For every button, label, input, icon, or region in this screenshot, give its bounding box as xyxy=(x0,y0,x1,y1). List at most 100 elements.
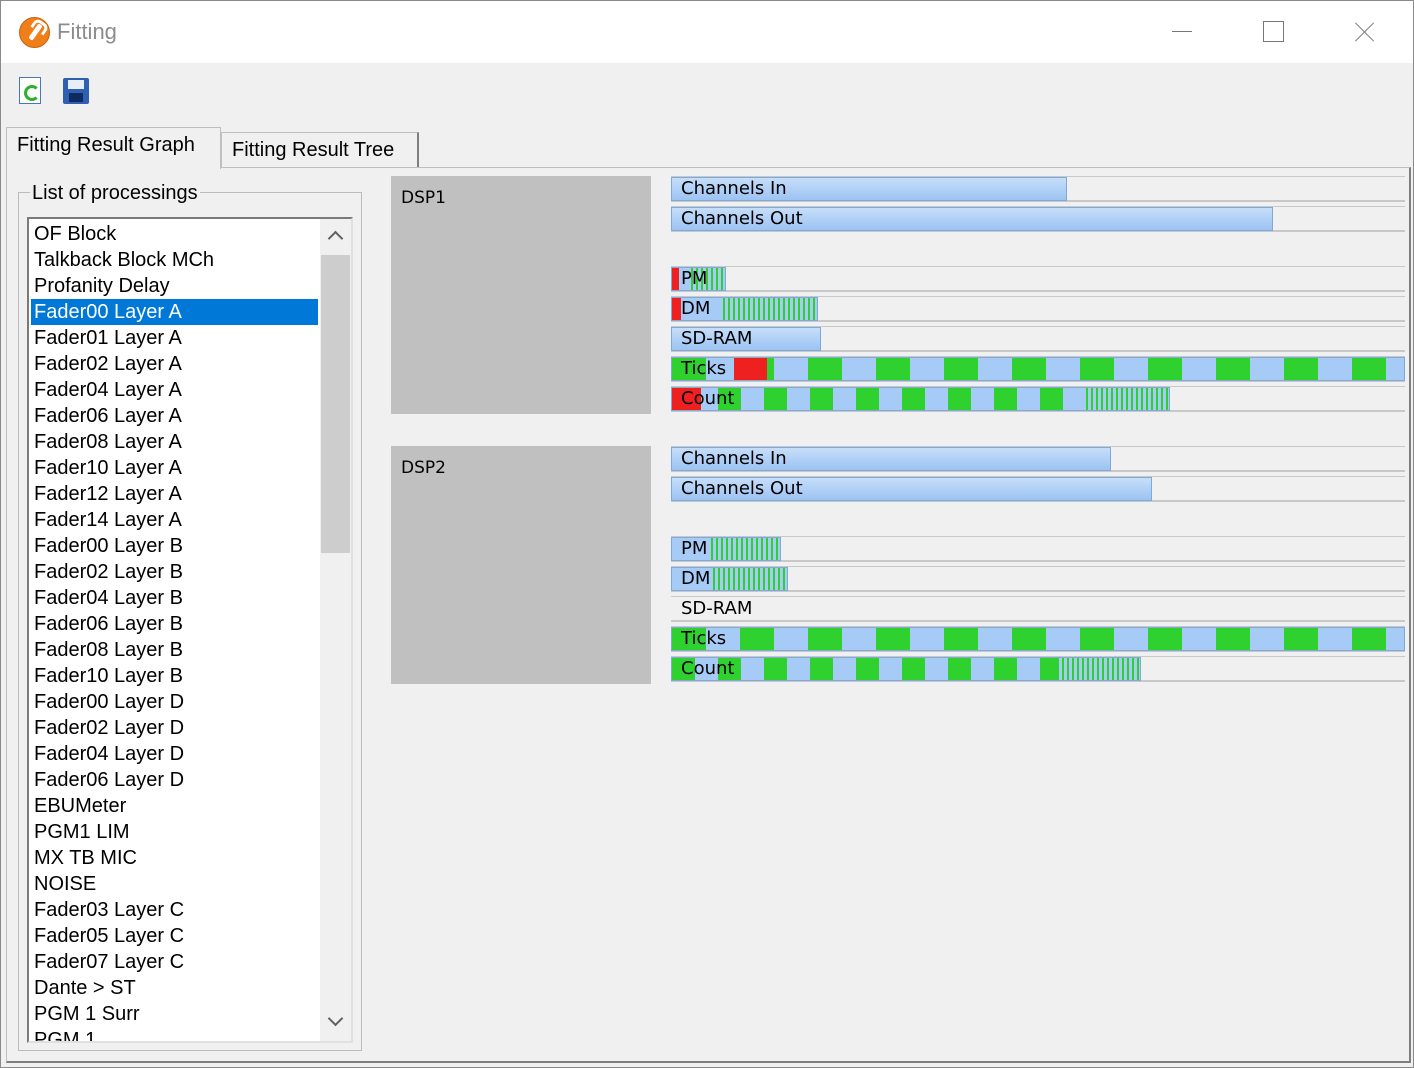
usage-segment xyxy=(1148,358,1182,380)
list-item[interactable]: Fader10 Layer B xyxy=(31,663,318,689)
processings-legend: List of processings xyxy=(30,182,200,205)
row-label: Channels In xyxy=(681,178,787,199)
dsp1-row-pm: PM xyxy=(671,266,1405,292)
list-item[interactable]: Fader01 Layer A xyxy=(31,325,318,351)
usage-segment xyxy=(808,358,842,380)
usage-segment xyxy=(1284,628,1318,650)
scroll-thumb[interactable] xyxy=(321,255,350,553)
list-item[interactable]: Talkback Block MCh xyxy=(31,247,318,273)
dsp1-row-ticks: Ticks xyxy=(671,356,1405,382)
dsp2-row-channels-out: Channels Out xyxy=(671,476,1405,502)
vertical-scrollbar[interactable] xyxy=(320,219,351,1041)
close-button[interactable] xyxy=(1320,1,1412,63)
overload-segment xyxy=(734,358,767,380)
usage-bar xyxy=(671,387,1170,411)
list-item[interactable]: Fader06 Layer B xyxy=(31,611,318,637)
list-item[interactable]: NOISE xyxy=(31,871,318,897)
usage-segment xyxy=(810,388,833,410)
row-label: Ticks xyxy=(681,628,727,649)
list-item[interactable]: Fader12 Layer A xyxy=(31,481,318,507)
list-item[interactable]: PGM 1 xyxy=(31,1027,318,1041)
list-item[interactable]: Fader07 Layer C xyxy=(31,949,318,975)
dsp1-row-dm: DM xyxy=(671,296,1405,322)
list-item[interactable]: Fader06 Layer D xyxy=(31,767,318,793)
usage-segment xyxy=(1012,628,1046,650)
list-item[interactable]: Fader04 Layer A xyxy=(31,377,318,403)
dsp1-row-count: Count xyxy=(671,386,1405,412)
row-label: Channels Out xyxy=(681,208,803,229)
usage-segment xyxy=(1216,358,1250,380)
list-item[interactable]: Fader06 Layer A xyxy=(31,403,318,429)
list-item[interactable]: MX TB MIC xyxy=(31,845,318,871)
row-label: DM xyxy=(681,298,711,319)
minimize-button[interactable] xyxy=(1136,1,1228,63)
scroll-down-arrow-icon[interactable] xyxy=(320,1007,351,1041)
row-track xyxy=(671,596,1405,622)
list-item[interactable]: Fader00 Layer D xyxy=(31,689,318,715)
scroll-up-arrow-icon[interactable] xyxy=(320,219,351,253)
usage-segment xyxy=(944,628,978,650)
list-item[interactable]: Fader00 Layer A xyxy=(31,299,318,325)
usage-segment xyxy=(856,388,879,410)
usage-segment xyxy=(1012,358,1046,380)
title-bar: Fitting xyxy=(1,1,1413,63)
list-item[interactable]: OF Block xyxy=(31,221,318,247)
list-item[interactable]: Fader14 Layer A xyxy=(31,507,318,533)
tab-fitting-result-tree[interactable]: Fitting Result Tree xyxy=(221,132,419,167)
usage-segment xyxy=(856,658,879,680)
row-label: SD-RAM xyxy=(681,598,753,619)
dsp2-row-sd-ram: SD-RAM xyxy=(671,596,1405,622)
list-item[interactable]: Fader04 Layer D xyxy=(31,741,318,767)
dsp2-row-count: Count xyxy=(671,656,1405,682)
dsp1-row-channels-out: Channels Out xyxy=(671,206,1405,232)
dsp1-row-sd-ram: SD-RAM xyxy=(671,326,1405,352)
usage-segment xyxy=(1352,358,1386,380)
list-item[interactable]: Fader08 Layer B xyxy=(31,637,318,663)
list-item[interactable]: Fader02 Layer A xyxy=(31,351,318,377)
usage-segment xyxy=(948,388,971,410)
usage-segment xyxy=(713,568,787,590)
list-item[interactable]: Fader10 Layer A xyxy=(31,455,318,481)
list-item[interactable]: Fader02 Layer D xyxy=(31,715,318,741)
row-label: Channels In xyxy=(681,448,787,469)
list-item[interactable]: Fader08 Layer A xyxy=(31,429,318,455)
row-label: DM xyxy=(681,568,711,589)
list-item[interactable]: PGM1 LIM xyxy=(31,819,318,845)
usage-segment xyxy=(808,628,842,650)
list-item[interactable]: Dante > ST xyxy=(31,975,318,1001)
usage-segment xyxy=(1284,358,1318,380)
list-item[interactable]: Fader00 Layer B xyxy=(31,533,318,559)
maximize-button[interactable] xyxy=(1228,1,1320,63)
refresh-button[interactable] xyxy=(16,75,44,107)
row-track xyxy=(671,266,1405,292)
wrench-app-icon xyxy=(19,17,50,48)
usage-segment xyxy=(1086,388,1169,410)
usage-segment xyxy=(944,358,978,380)
usage-bar xyxy=(671,357,1405,381)
usage-segment xyxy=(723,298,817,320)
usage-segment xyxy=(994,658,1017,680)
tab-fitting-result-graph[interactable]: Fitting Result Graph xyxy=(6,127,221,169)
processings-listbox[interactable]: PGM 1 PGM 1 Surr Dante > ST Fader07 Layer C… xyxy=(27,217,353,1043)
window-title: Fitting xyxy=(57,19,117,44)
list-item[interactable]: Fader05 Layer C xyxy=(31,923,318,949)
list-item[interactable]: Fader04 Layer B xyxy=(31,585,318,611)
list-item[interactable]: PGM 1 Surr xyxy=(31,1001,318,1027)
usage-segment xyxy=(1148,628,1182,650)
usage-bar xyxy=(671,627,1405,651)
usage-segment xyxy=(764,658,787,680)
row-label: Channels Out xyxy=(681,478,803,499)
list-item[interactable]: EBUMeter xyxy=(31,793,318,819)
list-item[interactable]: Profanity Delay xyxy=(31,273,318,299)
list-item[interactable]: Fader03 Layer C xyxy=(31,897,318,923)
refresh-icon xyxy=(19,77,41,104)
row-track xyxy=(671,536,1405,562)
dsp1-box: DSP1 xyxy=(391,176,651,414)
dsp2-box: DSP2 xyxy=(391,446,651,684)
save-icon xyxy=(63,78,89,104)
usage-segment xyxy=(740,628,774,650)
dsp2-row-pm: PM xyxy=(671,536,1405,562)
list-item[interactable]: Fader02 Layer B xyxy=(31,559,318,585)
usage-segment xyxy=(711,538,780,560)
save-button[interactable] xyxy=(61,75,89,107)
